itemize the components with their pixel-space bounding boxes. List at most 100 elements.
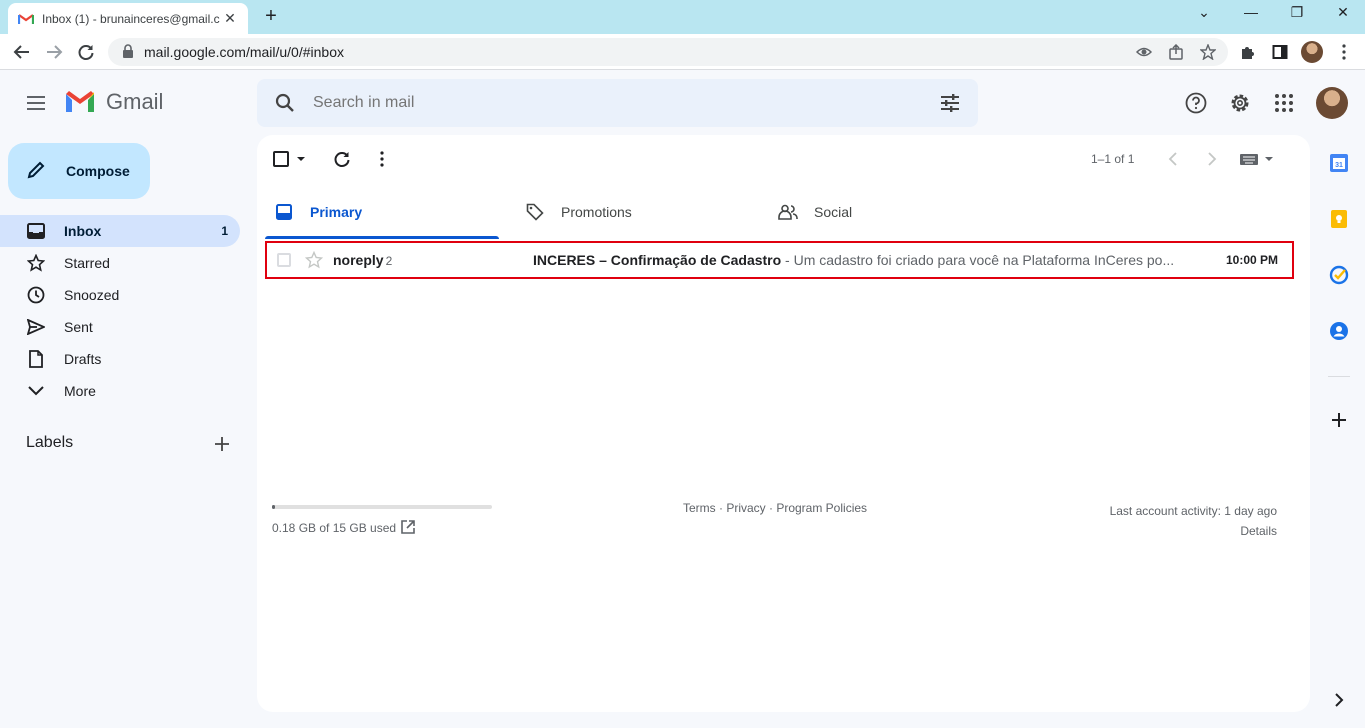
new-tab-button[interactable]: + bbox=[260, 5, 282, 27]
storage-bar bbox=[272, 505, 492, 509]
url-text: mail.google.com/mail/u/0/#inbox bbox=[144, 44, 344, 60]
sidebar-item-starred[interactable]: Starred bbox=[0, 247, 240, 279]
browser-tabbar: Inbox (1) - brunainceres@gmail.c ✕ + ⌄ —… bbox=[0, 0, 1365, 34]
email-row[interactable]: noreply 2 INCERES – Confirmação de Cadast… bbox=[265, 241, 1294, 279]
sidebar-item-label: More bbox=[64, 383, 96, 399]
gmail-logo[interactable]: Gmail bbox=[64, 89, 163, 115]
file-icon bbox=[26, 349, 46, 369]
show-side-panel-chevron-icon[interactable] bbox=[1328, 689, 1350, 711]
tab-label: Primary bbox=[310, 204, 363, 220]
restore-icon[interactable]: ❐ bbox=[1274, 4, 1320, 26]
details-link[interactable]: Details bbox=[1110, 521, 1277, 541]
sidebar-item-more[interactable]: More bbox=[0, 375, 240, 407]
sidebar-item-label: Drafts bbox=[64, 351, 102, 367]
tag-icon bbox=[525, 202, 545, 222]
tab-close-icon[interactable]: ✕ bbox=[222, 10, 238, 27]
eye-icon[interactable] bbox=[1135, 44, 1153, 60]
search-bar[interactable] bbox=[257, 79, 978, 127]
compose-button[interactable]: Compose bbox=[8, 143, 150, 199]
side-panel-divider bbox=[1328, 376, 1350, 377]
input-tools-keyboard-icon[interactable] bbox=[1239, 149, 1275, 169]
extensions-icon[interactable] bbox=[1236, 40, 1260, 64]
storage-usage-text: 0.18 GB of 15 GB used bbox=[272, 521, 397, 535]
sidebar-item-snoozed[interactable]: Snoozed bbox=[0, 279, 240, 311]
add-label-icon[interactable] bbox=[212, 434, 232, 454]
older-chevron-icon[interactable] bbox=[1202, 149, 1222, 169]
browser-tab[interactable]: Inbox (1) - brunainceres@gmail.c ✕ bbox=[8, 3, 248, 34]
calendar-icon[interactable]: 31 bbox=[1328, 152, 1350, 174]
last-activity-text: Last account activity: 1 day ago bbox=[1109, 504, 1277, 518]
tab-title: Inbox (1) - brunainceres@gmail.c bbox=[42, 11, 220, 26]
settings-gear-icon[interactable] bbox=[1228, 91, 1252, 115]
active-tab-indicator bbox=[265, 236, 499, 239]
tasks-icon[interactable] bbox=[1328, 264, 1350, 286]
side-panel-icon[interactable] bbox=[1268, 40, 1292, 64]
forward-icon[interactable] bbox=[42, 40, 66, 64]
share-icon[interactable] bbox=[1168, 43, 1184, 60]
help-icon[interactable] bbox=[1184, 91, 1208, 115]
tab-social[interactable]: Social bbox=[778, 185, 852, 239]
sidebar-item-label: Snoozed bbox=[64, 287, 120, 303]
row-checkbox[interactable] bbox=[277, 253, 291, 267]
sidebar-item-label: Starred bbox=[64, 255, 110, 271]
tab-label: Promotions bbox=[561, 204, 632, 220]
pagination-text: 1–1 of 1 bbox=[1091, 152, 1135, 166]
more-actions-icon[interactable] bbox=[372, 149, 392, 169]
newer-chevron-icon[interactable] bbox=[1163, 149, 1183, 169]
email-snippet: - Um cadastro foi criado para você na Pl… bbox=[781, 252, 1175, 268]
browser-toolbar: mail.google.com/mail/u/0/#inbox bbox=[0, 34, 1365, 70]
account-activity: Last account activity: 1 day ago Details bbox=[1110, 501, 1277, 541]
inbox-icon bbox=[274, 202, 294, 222]
pencil-icon bbox=[26, 160, 46, 183]
tab-promotions[interactable]: Promotions bbox=[525, 185, 632, 239]
reload-icon[interactable] bbox=[74, 40, 98, 64]
storage-bar-fill bbox=[272, 505, 275, 509]
apps-grid-icon[interactable] bbox=[1272, 91, 1296, 115]
main-menu-icon[interactable] bbox=[24, 91, 48, 115]
select-all-checkbox[interactable] bbox=[272, 149, 308, 169]
window-close-icon[interactable]: ✕ bbox=[1320, 4, 1365, 26]
search-input[interactable] bbox=[313, 94, 913, 112]
chevron-down-icon bbox=[26, 381, 46, 401]
email-subject: INCERES – Confirmação de Cadastro bbox=[533, 252, 782, 268]
svg-text:31: 31 bbox=[1335, 162, 1343, 169]
unread-count-badge: 1 bbox=[221, 224, 228, 238]
account-avatar[interactable] bbox=[1316, 87, 1348, 119]
star-icon[interactable] bbox=[304, 250, 324, 269]
sender-name: noreply bbox=[333, 252, 384, 268]
search-icon[interactable] bbox=[273, 91, 297, 115]
profile-avatar[interactable] bbox=[1300, 40, 1324, 64]
bookmark-star-icon[interactable] bbox=[1199, 43, 1217, 61]
clock-icon bbox=[26, 285, 46, 305]
back-icon[interactable] bbox=[10, 40, 34, 64]
email-time: 10:00 PM bbox=[1225, 253, 1278, 267]
mail-panel: 1–1 of 1 Primary Promotions Social norep… bbox=[257, 135, 1310, 712]
tab-primary[interactable]: Primary bbox=[274, 185, 362, 239]
thread-count: 2 bbox=[385, 254, 393, 268]
search-options-icon[interactable] bbox=[938, 91, 962, 115]
footer-links[interactable]: Terms · Privacy · Program Policies bbox=[683, 501, 867, 515]
gmail-m-icon bbox=[66, 91, 94, 112]
sidebar-item-drafts[interactable]: Drafts bbox=[0, 343, 240, 375]
add-addon-icon[interactable] bbox=[1328, 409, 1350, 431]
sidebar-item-label: Inbox bbox=[64, 223, 102, 239]
keep-icon[interactable] bbox=[1328, 208, 1350, 230]
sidebar-item-inbox[interactable]: Inbox 1 bbox=[0, 215, 240, 247]
lock-icon bbox=[122, 43, 134, 61]
gmail-favicon-icon bbox=[18, 11, 34, 27]
tab-search-icon[interactable]: ⌄ bbox=[1181, 4, 1227, 26]
people-icon bbox=[778, 202, 798, 222]
labels-heading: Labels bbox=[26, 434, 74, 451]
browser-menu-icon[interactable] bbox=[1332, 40, 1356, 64]
minimize-icon[interactable]: — bbox=[1228, 4, 1274, 26]
refresh-icon[interactable] bbox=[332, 149, 352, 169]
contacts-icon[interactable] bbox=[1328, 320, 1350, 342]
inbox-icon bbox=[26, 221, 46, 241]
send-icon bbox=[26, 317, 46, 337]
address-bar[interactable]: mail.google.com/mail/u/0/#inbox bbox=[108, 38, 1228, 66]
star-icon bbox=[26, 253, 46, 273]
email-sender: noreply 2 bbox=[333, 252, 392, 268]
sidebar-item-sent[interactable]: Sent bbox=[0, 311, 240, 343]
open-in-new-icon[interactable] bbox=[400, 519, 416, 535]
tab-label: Social bbox=[814, 204, 853, 220]
